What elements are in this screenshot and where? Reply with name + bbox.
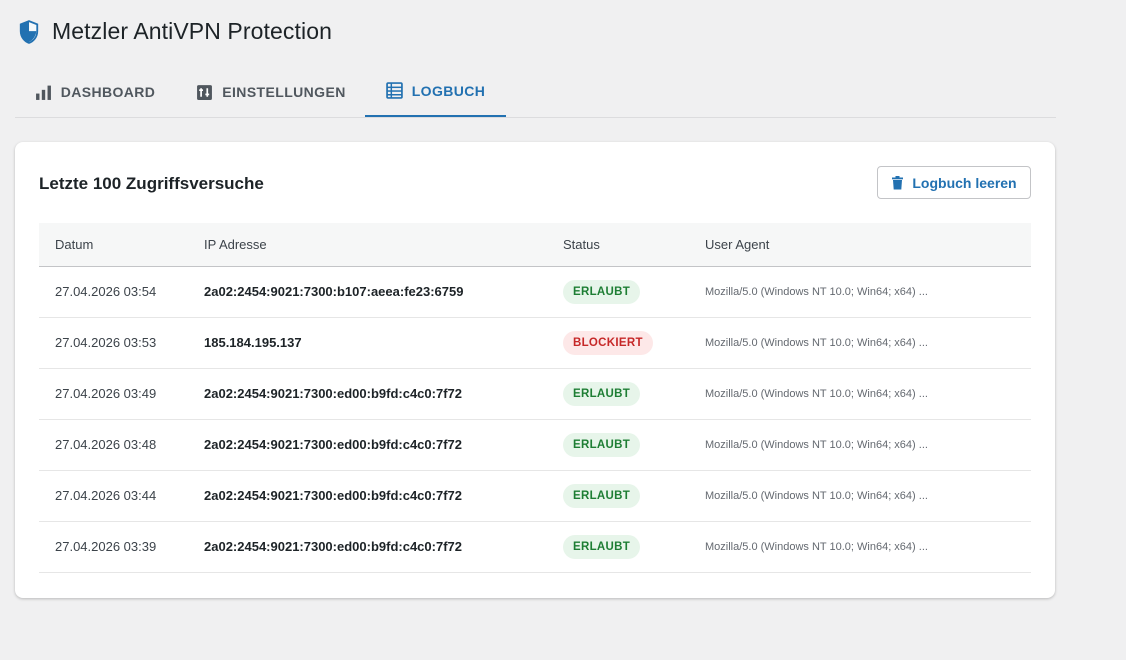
table-row: 27.04.2026 03:49 2a02:2454:9021:7300:ed0… [39,368,1031,420]
user-agent-cell: Mozilla/5.0 (Windows NT 10.0; Win64; x64… [705,419,1031,471]
table-row: 27.04.2026 03:48 2a02:2454:9021:7300:ed0… [39,419,1031,471]
status-badge: ERLAUBT [563,381,641,406]
table-header-row: Datum IP Adresse Status User Agent [39,223,1031,267]
shield-icon [19,19,39,44]
app-header: Metzler AntiVPN Protection [18,18,332,45]
status-badge: ERLAUBT [563,534,641,559]
table-row: 27.04.2026 03:44 2a02:2454:9021:7300:ed0… [39,470,1031,522]
status-badge: BLOCKIERT [563,330,653,355]
status-cell: ERLAUBT [563,368,705,420]
column-header-status: Status [563,223,705,267]
status-cell: ERLAUBT [563,419,705,471]
date-cell: 27.04.2026 03:49 [39,368,204,420]
date-cell: 27.04.2026 03:48 [39,419,204,471]
column-header-user-agent: User Agent [705,223,1031,267]
tab-dashboard-label: DASHBOARD [60,84,156,100]
ip-cell: 185.184.195.137 [204,317,563,369]
status-badge: ERLAUBT [563,432,641,457]
date-cell: 27.04.2026 03:54 [39,266,204,318]
ip-cell: 2a02:2454:9021:7300:ed00:b9fd:c4c0:7f72 [204,470,563,522]
tab-logbuch-label: LOGBUCH [411,82,486,99]
clear-log-label: Logbuch leeren [912,174,1017,191]
date-cell: 27.04.2026 03:44 [39,470,204,522]
tab-einstellungen[interactable]: EINSTELLUNGEN [191,66,351,118]
user-agent-cell: Mozilla/5.0 (Windows NT 10.0; Win64; x64… [705,521,1031,573]
tab-logbuch[interactable]: LOGBUCH [365,66,506,117]
user-agent-cell: Mozilla/5.0 (Windows NT 10.0; Win64; x64… [705,266,1031,318]
ip-cell: 2a02:2454:9021:7300:ed00:b9fd:c4c0:7f72 [204,521,563,573]
log-card: Letzte 100 Zugriffsversuche Logbuch leer… [15,142,1055,598]
user-agent-cell: Mozilla/5.0 (Windows NT 10.0; Win64; x64… [705,368,1031,420]
column-header-ip: IP Adresse [204,223,563,267]
tab-einstellungen-label: EINSTELLUNGEN [222,84,346,100]
column-header-date: Datum [39,223,204,267]
status-cell: ERLAUBT [563,266,705,318]
status-cell: ERLAUBT [563,521,705,573]
status-badge: ERLAUBT [563,483,641,508]
table-row: 27.04.2026 03:54 2a02:2454:9021:7300:b10… [39,266,1031,318]
user-agent-cell: Mozilla/5.0 (Windows NT 10.0; Win64; x64… [705,317,1031,369]
user-agent-cell: Mozilla/5.0 (Windows NT 10.0; Win64; x64… [705,470,1031,522]
clear-log-button[interactable]: Logbuch leeren [877,166,1031,199]
list-icon [385,82,403,99]
date-cell: 27.04.2026 03:39 [39,521,204,573]
status-badge: ERLAUBT [563,279,641,304]
table-row: 27.04.2026 03:39 2a02:2454:9021:7300:ed0… [39,521,1031,573]
settings-icon [197,84,213,100]
status-cell: ERLAUBT [563,470,705,522]
table-row: 27.04.2026 03:53 185.184.195.137 BLOCKIE… [39,317,1031,369]
ip-cell: 2a02:2454:9021:7300:b107:aeea:fe23:6759 [204,266,563,318]
tab-bar: DASHBOARD EINSTELLUNGEN LOGBUCH [15,66,1056,118]
bar-chart-icon [35,85,51,100]
log-table: Datum IP Adresse Status User Agent 27.04… [39,223,1031,573]
date-cell: 27.04.2026 03:53 [39,317,204,369]
tab-dashboard[interactable]: DASHBOARD [15,66,175,118]
ip-cell: 2a02:2454:9021:7300:ed00:b9fd:c4c0:7f72 [204,419,563,471]
trash-icon [892,175,904,189]
ip-cell: 2a02:2454:9021:7300:ed00:b9fd:c4c0:7f72 [204,368,563,420]
log-title: Letzte 100 Zugriffsversuche [39,174,264,193]
status-cell: BLOCKIERT [563,317,705,369]
app-title: Metzler AntiVPN Protection [52,18,332,44]
